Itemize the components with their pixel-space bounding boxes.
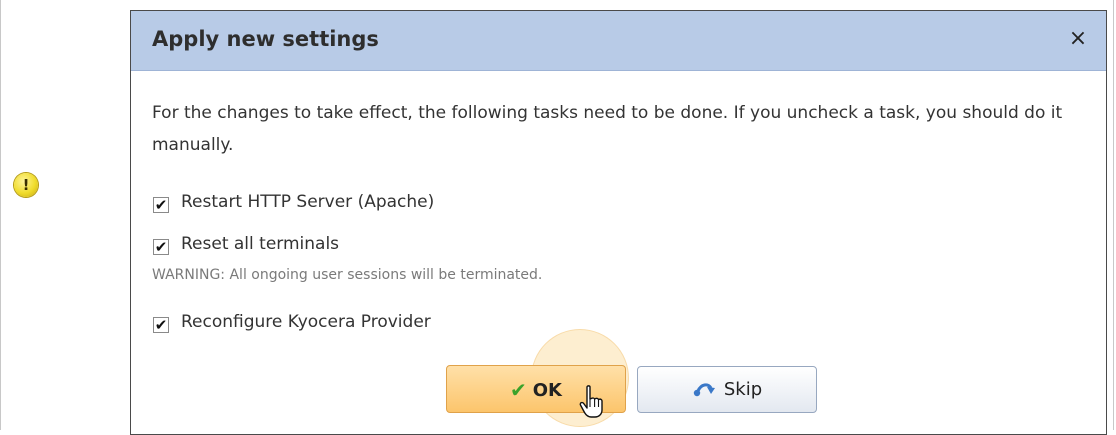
- skip-label: Skip: [723, 379, 763, 400]
- apply-settings-dialog: Apply new settings × For the changes to …: [130, 10, 1107, 435]
- check-icon[interactable]: ✔: [153, 317, 169, 333]
- dialog-title: Apply new settings: [152, 27, 379, 51]
- green-check-icon: ✔: [509, 378, 527, 402]
- close-icon[interactable]: ×: [1064, 25, 1092, 53]
- warning-icon: !: [14, 173, 38, 197]
- skip-button[interactable]: Skip: [637, 366, 817, 413]
- dialog-titlebar: Apply new settings ×: [131, 11, 1106, 71]
- task-reset-terminals[interactable]: ✔ Reset all terminals: [153, 232, 339, 256]
- task-label: Restart HTTP Server (Apache): [181, 192, 435, 212]
- task-restart-http-server[interactable]: ✔ Restart HTTP Server (Apache): [153, 190, 434, 214]
- task-label: Reset all terminals: [181, 234, 340, 254]
- task-label: Reconfigure Kyocera Provider: [181, 312, 431, 332]
- ok-label: OK: [532, 380, 562, 401]
- check-icon[interactable]: ✔: [153, 239, 169, 255]
- task-reconfigure-provider[interactable]: ✔ Reconfigure Kyocera Provider: [153, 310, 431, 334]
- warning-text: WARNING: All ongoing user sessions will …: [152, 267, 543, 283]
- hand-cursor-icon: [579, 385, 603, 418]
- skip-arrow-icon: [693, 383, 715, 397]
- check-icon[interactable]: ✔: [153, 197, 169, 213]
- dialog-message: For the changes to take effect, the foll…: [152, 103, 1063, 155]
